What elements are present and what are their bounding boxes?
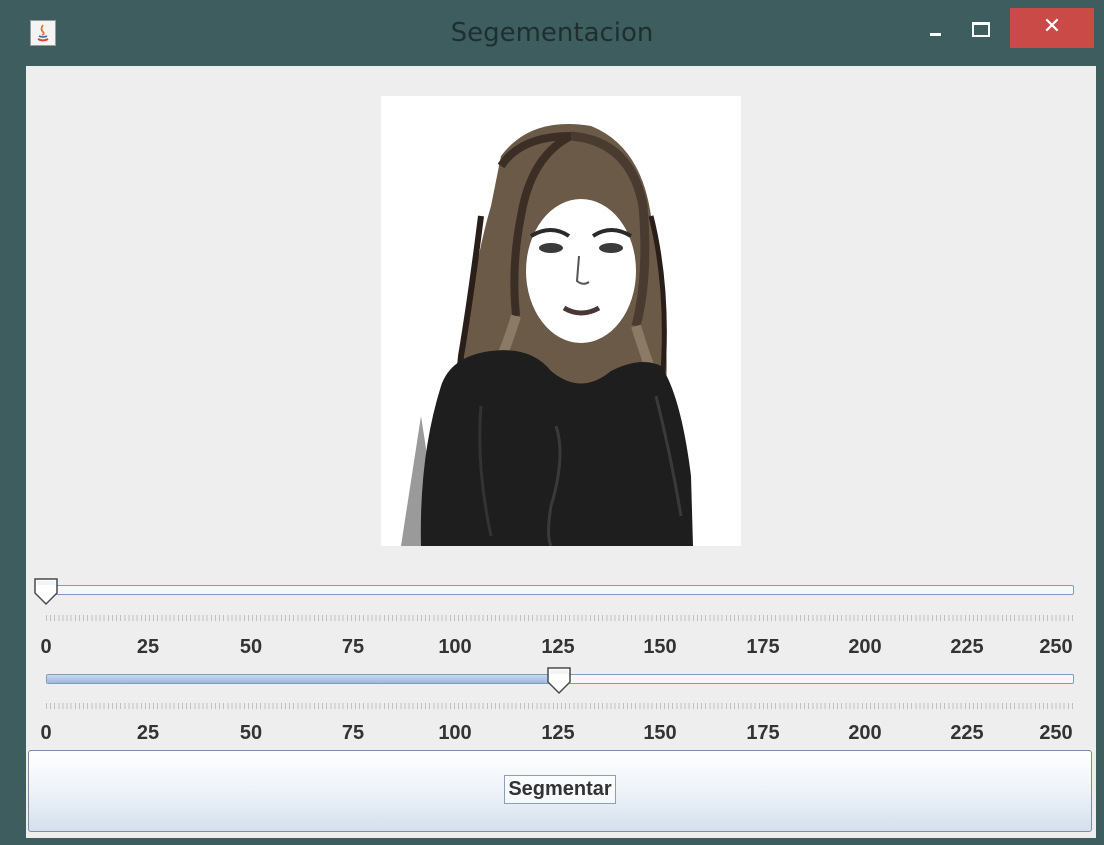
- tick-label: 150: [643, 722, 677, 744]
- tick-label: 25: [136, 636, 160, 658]
- tick-label: 25: [136, 722, 160, 744]
- segmentar-button[interactable]: Segmentar: [28, 750, 1092, 832]
- segmentar-label-wrap: Segmentar: [29, 775, 1091, 804]
- title-bar[interactable]: Segementacion ✕: [0, 0, 1104, 66]
- tick-label: 150: [643, 636, 677, 658]
- tick-label: 125: [541, 636, 575, 658]
- maximize-button[interactable]: [962, 8, 998, 48]
- tick-label: 75: [341, 636, 365, 658]
- minimize-button[interactable]: [920, 8, 956, 48]
- tick-label: 250: [1039, 722, 1073, 744]
- segmented-portrait-image: [381, 96, 741, 546]
- app-window: Segementacion ✕ 0 25 50 75 100 125 150 1…: [0, 0, 1104, 845]
- tick-label: 100: [438, 722, 472, 744]
- slider-2-ticks: [46, 703, 1076, 709]
- tick-label: 50: [239, 722, 263, 744]
- slider-1-ticks: [46, 615, 1076, 621]
- content-panel: 0 25 50 75 100 125 150 175 200 225 250 0…: [26, 66, 1096, 838]
- tick-label: 0: [40, 636, 52, 658]
- slider-fill: [47, 675, 559, 683]
- slider-track[interactable]: [46, 585, 1074, 595]
- threshold-slider-1[interactable]: [34, 578, 1076, 606]
- tick-label: 50: [239, 636, 263, 658]
- tick-label: 250: [1039, 636, 1073, 658]
- slider-2-labels: 0 25 50 75 100 125 150 175 200 225 250: [26, 722, 1096, 746]
- tick-label: 225: [950, 636, 984, 658]
- tick-label: 200: [848, 636, 882, 658]
- tick-label: 225: [950, 722, 984, 744]
- slider-thumb[interactable]: [546, 666, 572, 696]
- tick-label: 75: [341, 722, 365, 744]
- tick-label: 125: [541, 722, 575, 744]
- tick-label: 175: [746, 722, 780, 744]
- threshold-slider-2[interactable]: [46, 667, 1076, 695]
- slider-thumb[interactable]: [33, 577, 59, 607]
- tick-label: 175: [746, 636, 780, 658]
- slider-1-labels: 0 25 50 75 100 125 150 175 200 225 250: [26, 636, 1096, 660]
- segmentar-button-label: Segmentar: [504, 775, 616, 804]
- tick-label: 100: [438, 636, 472, 658]
- close-button[interactable]: ✕: [1010, 8, 1094, 48]
- tick-label: 0: [40, 722, 52, 744]
- tick-label: 200: [848, 722, 882, 744]
